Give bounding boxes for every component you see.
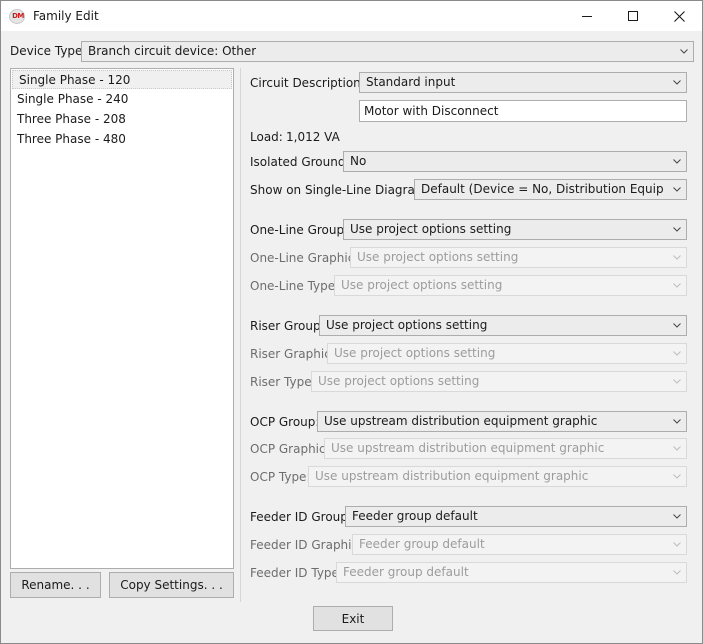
close-icon — [673, 10, 685, 22]
ocp-graphic-dropdown: Use upstream distribution equipment grap… — [324, 438, 687, 459]
isolated-ground-dropdown[interactable]: No — [343, 151, 687, 172]
riser-type-dropdown: Use project options setting — [311, 371, 687, 392]
list-item-single-phase-240[interactable]: Single Phase - 240 — [11, 89, 233, 109]
chevron-down-icon — [668, 507, 686, 526]
chevron-down-icon — [668, 73, 686, 92]
app-logo-icon: DM — [9, 9, 25, 24]
riser-type-value: Use project options setting — [318, 374, 480, 388]
ocp-group-value: Use upstream distribution equipment grap… — [324, 414, 598, 428]
chevron-down-icon — [668, 372, 686, 391]
feeder-id-graphic-label: Feeder ID Graphic: — [250, 538, 363, 552]
one-line-type-value: Use project options setting — [341, 278, 503, 292]
feeder-id-graphic-dropdown: Feeder group default — [352, 534, 687, 555]
chevron-down-icon — [668, 316, 686, 335]
list-item-three-phase-480[interactable]: Three Phase - 480 — [11, 129, 233, 149]
chevron-down-icon — [668, 276, 686, 295]
feeder-id-type-dropdown: Feeder group default — [336, 562, 687, 583]
ocp-group-dropdown[interactable]: Use upstream distribution equipment grap… — [317, 411, 687, 432]
one-line-type-label: One-Line Type: — [250, 279, 340, 293]
ocp-type-label: OCP Type: — [250, 470, 311, 484]
list-item-three-phase-208[interactable]: Three Phase - 208 — [11, 109, 233, 129]
chevron-down-icon — [668, 467, 686, 486]
circuit-description-value: Standard input — [366, 75, 456, 89]
ocp-type-value: Use upstream distribution equipment grap… — [315, 469, 589, 483]
riser-group-dropdown[interactable]: Use project options setting — [319, 315, 687, 336]
device-type-dropdown[interactable]: Branch circuit device: Other — [81, 41, 694, 62]
chevron-down-icon — [668, 248, 686, 267]
riser-group-label: Riser Group: — [250, 319, 325, 333]
single-line-value: Default (Device = No, Distribution Equip… — [421, 182, 664, 196]
feeder-id-graphic-value: Feeder group default — [359, 537, 485, 551]
feeder-id-type-label: Feeder ID Type: — [250, 566, 343, 580]
family-edit-window: DM Family Edit Device Type: Branch circu… — [0, 0, 703, 644]
riser-graphic-value: Use project options setting — [334, 346, 496, 360]
isolated-ground-label: Isolated Ground: — [250, 155, 350, 169]
ocp-graphic-label: OCP Graphic: — [250, 442, 330, 456]
riser-graphic-dropdown: Use project options setting — [327, 343, 687, 364]
riser-graphic-label: Riser Graphic: — [250, 347, 335, 361]
riser-group-value: Use project options setting — [326, 318, 488, 332]
chevron-down-icon — [668, 152, 686, 171]
circuit-description-input[interactable]: Motor with Disconnect — [359, 100, 687, 122]
close-button[interactable] — [656, 1, 702, 31]
feeder-id-group-value: Feeder group default — [352, 509, 478, 523]
minimize-icon — [582, 15, 592, 17]
copy-settings-button[interactable]: Copy Settings. . . — [109, 572, 234, 598]
one-line-group-label: One-Line Group: — [250, 223, 349, 237]
app-logo-text: DM — [12, 12, 24, 20]
ocp-group-label: OCP Group: — [250, 415, 320, 429]
chevron-down-icon — [668, 344, 686, 363]
chevron-down-icon — [675, 42, 693, 61]
feeder-id-type-value: Feeder group default — [343, 565, 469, 579]
title-bar: DM Family Edit — [1, 1, 702, 31]
chevron-down-icon — [668, 563, 686, 582]
family-list[interactable]: Single Phase - 120 Single Phase - 240 Th… — [10, 68, 234, 569]
riser-type-label: Riser Type: — [250, 375, 316, 389]
one-line-graphic-label: One-Line Graphic: — [250, 251, 359, 265]
device-type-value: Branch circuit device: Other — [88, 44, 257, 58]
single-line-dropdown[interactable]: Default (Device = No, Distribution Equip… — [414, 179, 687, 200]
maximize-button[interactable] — [610, 1, 656, 31]
device-type-label: Device Type: — [10, 44, 87, 58]
chevron-down-icon — [668, 439, 686, 458]
ocp-type-dropdown: Use upstream distribution equipment grap… — [308, 466, 687, 487]
rename-button[interactable]: Rename. . . — [10, 572, 101, 598]
feeder-id-group-dropdown[interactable]: Feeder group default — [345, 506, 687, 527]
exit-button[interactable]: Exit — [313, 606, 393, 631]
window-title: Family Edit — [33, 9, 99, 23]
load-value: 1,012 VA — [286, 130, 340, 144]
minimize-button[interactable] — [564, 1, 610, 31]
chevron-down-icon — [668, 535, 686, 554]
one-line-graphic-value: Use project options setting — [357, 250, 519, 264]
one-line-group-dropdown[interactable]: Use project options setting — [343, 219, 687, 240]
one-line-type-dropdown: Use project options setting — [334, 275, 687, 296]
list-item-single-phase-120[interactable]: Single Phase - 120 — [12, 70, 232, 89]
panel-divider — [240, 68, 241, 602]
maximize-icon — [628, 11, 638, 21]
chevron-down-icon — [668, 180, 686, 199]
circuit-description-dropdown[interactable]: Standard input — [359, 72, 687, 93]
ocp-graphic-value: Use upstream distribution equipment grap… — [331, 441, 605, 455]
one-line-group-value: Use project options setting — [350, 222, 512, 236]
isolated-ground-value: No — [350, 154, 367, 168]
feeder-id-group-label: Feeder ID Group: — [250, 510, 352, 524]
circuit-description-label: Circuit Description: — [250, 76, 365, 90]
one-line-graphic-dropdown: Use project options setting — [350, 247, 687, 268]
chevron-down-icon — [668, 220, 686, 239]
single-line-label: Show on Single-Line Diagram: — [250, 183, 431, 197]
chevron-down-icon — [668, 412, 686, 431]
load-label: Load: — [250, 130, 283, 144]
